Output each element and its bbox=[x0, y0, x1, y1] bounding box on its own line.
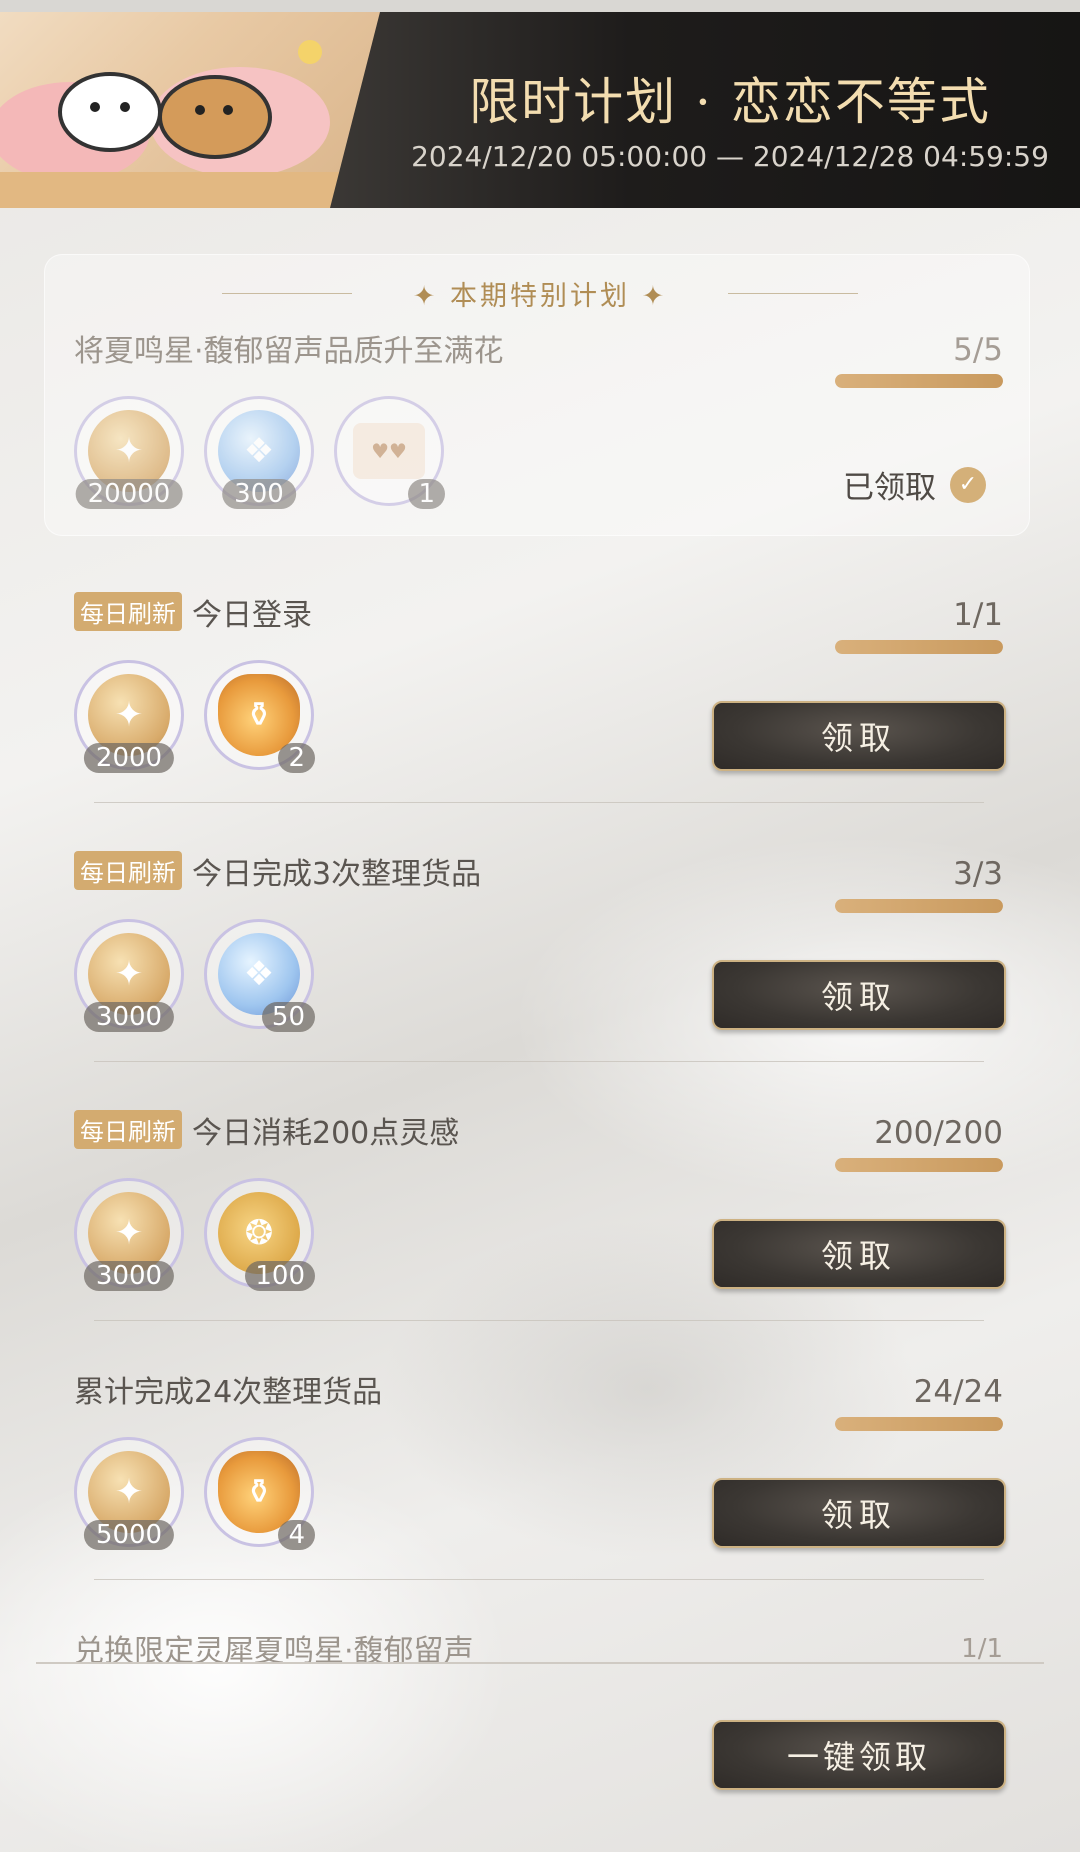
divider bbox=[94, 802, 984, 803]
special-plan-header: ✦ 本期特别计划 ✦ bbox=[222, 278, 858, 312]
divider bbox=[728, 293, 858, 294]
divider bbox=[94, 1320, 984, 1321]
reward-count: 100 bbox=[245, 1261, 315, 1291]
reward-coin[interactable]: ✦ 3000 bbox=[74, 919, 184, 1032]
claimed-status: 已领取 ✓ bbox=[843, 462, 986, 507]
reward-coin[interactable]: ✦ 5000 bbox=[74, 1437, 184, 1550]
task-title: 每日刷新 今日消耗200点灵感 bbox=[74, 1108, 459, 1152]
task-title-text: 今日消耗200点灵感 bbox=[192, 1116, 460, 1151]
claim-all-button[interactable]: 一键领取 bbox=[712, 1720, 1006, 1790]
card-icon: ♥♥ bbox=[353, 423, 425, 479]
task-title: 每日刷新 今日完成3次整理货品 bbox=[74, 849, 481, 893]
reward-potion[interactable]: ⚱ 4 bbox=[204, 1437, 315, 1550]
event-banner: 限时计划 · 恋恋不等式 2024/12/20 05:00:00 — 2024/… bbox=[0, 12, 1080, 208]
special-task-title: 将夏鸣星·馥郁留声品质升至满花 bbox=[74, 334, 504, 369]
list-bottom-edge bbox=[36, 1662, 1044, 1664]
divider bbox=[94, 1579, 984, 1580]
task-title-text: 今日登录 bbox=[192, 598, 312, 633]
special-task-progress: 5/5 bbox=[953, 332, 1003, 368]
daily-refresh-tag: 每日刷新 bbox=[74, 592, 182, 631]
task-progress-bar bbox=[835, 640, 1003, 654]
task-progress: 200/200 bbox=[874, 1115, 1003, 1151]
reward-potion[interactable]: ⚱ 2 bbox=[204, 660, 315, 773]
task-progress: 1/1 bbox=[961, 1634, 1003, 1664]
claim-button[interactable]: 领取 bbox=[712, 1478, 1006, 1548]
reward-coin[interactable]: ✦ 3000 bbox=[74, 1178, 184, 1291]
reward-count: 1 bbox=[408, 479, 445, 509]
task-progress: 1/1 bbox=[953, 597, 1003, 633]
reward-count: 3000 bbox=[83, 1261, 175, 1291]
reward-card[interactable]: ♥♥ 1 bbox=[334, 396, 445, 509]
check-icon: ✓ bbox=[950, 466, 986, 503]
reward-gem[interactable]: ❖ 50 bbox=[204, 919, 315, 1032]
task-title: 累计完成24次整理货品 bbox=[74, 1375, 383, 1410]
claim-button[interactable]: 领取 bbox=[712, 1219, 1006, 1289]
claim-button[interactable]: 领取 bbox=[712, 960, 1006, 1030]
daily-refresh-tag: 每日刷新 bbox=[74, 1110, 182, 1149]
top-strip bbox=[0, 0, 1080, 12]
task-progress-bar bbox=[835, 1158, 1003, 1172]
reward-badge[interactable]: ❂ 100 bbox=[204, 1178, 315, 1291]
event-date-range: 2024/12/20 05:00:00 — 2024/12/28 04:59:5… bbox=[411, 140, 1049, 173]
daily-refresh-tag: 每日刷新 bbox=[74, 851, 182, 890]
banner-illustration-art bbox=[0, 40, 380, 208]
reward-count: 50 bbox=[261, 1002, 315, 1032]
claimed-label: 已领取 bbox=[843, 470, 936, 506]
reward-count: 2000 bbox=[83, 743, 175, 773]
task-progress: 3/3 bbox=[953, 856, 1003, 892]
reward-count: 20000 bbox=[75, 479, 183, 509]
reward-count: 4 bbox=[278, 1520, 315, 1550]
reward-gem[interactable]: ❖ 300 bbox=[204, 396, 314, 509]
task-progress: 24/24 bbox=[913, 1374, 1003, 1410]
task-title: 每日刷新 今日登录 bbox=[74, 590, 312, 634]
reward-coin[interactable]: ✦ 20000 bbox=[74, 396, 184, 509]
reward-count: 5000 bbox=[83, 1520, 175, 1550]
task-progress-bar bbox=[835, 899, 1003, 913]
claim-button[interactable]: 领取 bbox=[712, 701, 1006, 771]
reward-count: 3000 bbox=[83, 1002, 175, 1032]
reward-count: 300 bbox=[222, 479, 296, 509]
event-title: 限时计划 · 恋恋不等式 bbox=[469, 73, 991, 131]
divider bbox=[94, 1061, 984, 1062]
task-progress-bar bbox=[835, 1417, 1003, 1431]
banner-illustration bbox=[0, 12, 380, 208]
special-progress-bar bbox=[835, 374, 1003, 388]
reward-count: 2 bbox=[278, 743, 315, 773]
reward-coin[interactable]: ✦ 2000 bbox=[74, 660, 184, 773]
task-title-text: 今日完成3次整理货品 bbox=[192, 857, 482, 892]
